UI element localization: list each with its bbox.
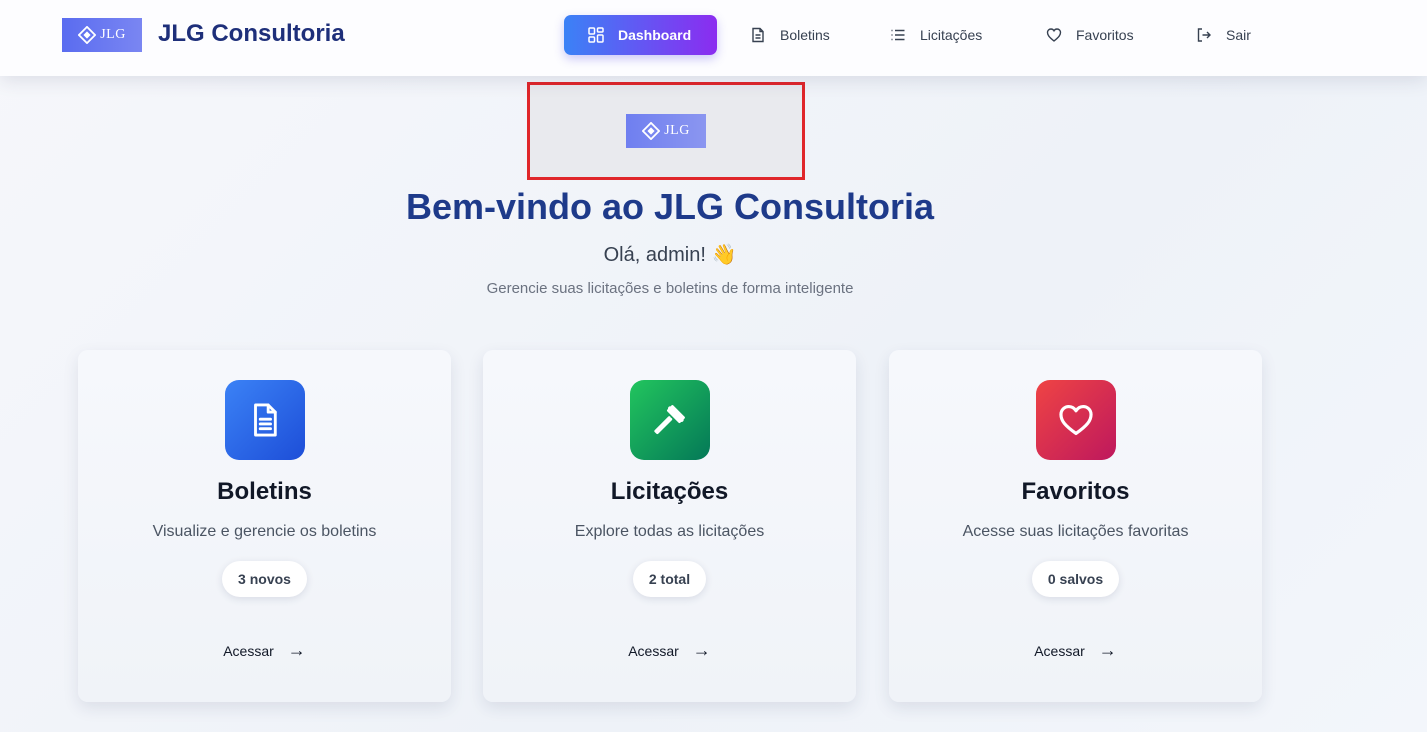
card-title: Licitações [610, 478, 729, 505]
status-badge: 3 novos [222, 561, 307, 597]
nav-boletins[interactable]: Boletins [750, 15, 830, 55]
card-description: Visualize e gerencie os boletins [152, 523, 377, 540]
top-navbar: JLG JLG Consultoria Dashboard Boletins L… [0, 0, 1427, 76]
status-badge: 2 total [632, 561, 707, 597]
card-icon-box [1036, 380, 1116, 460]
nav-sair-label: Sair [1226, 27, 1251, 43]
card-badge-row: 3 novos [78, 561, 451, 597]
document-icon [752, 27, 764, 43]
nav-boletins-label: Boletins [780, 27, 830, 43]
access-link[interactable]: Acessar → [483, 640, 856, 661]
arrow-right-icon: → [287, 640, 306, 660]
card-icon-box [630, 380, 710, 460]
access-link-label: Acessar [223, 642, 274, 659]
card-icon-box [225, 380, 305, 460]
logo-diamond-icon [642, 122, 661, 140]
list-icon [891, 29, 905, 41]
hero-logo-text: JLG [664, 123, 690, 138]
heart-icon [1059, 404, 1093, 436]
hero-logo-highlight: JLG [527, 82, 805, 180]
card-favoritos[interactable]: Favoritos Acesse suas licitações favorit… [889, 350, 1262, 702]
greeting: Olá, admin! 👋 [603, 244, 737, 266]
card-description: Explore todas as licitações [574, 523, 765, 540]
status-badge: 0 salvos [1031, 561, 1120, 597]
page-title: Bem-vindo ao JLG Consultoria [405, 186, 935, 227]
document-icon [254, 403, 277, 437]
logo-diamond-icon [78, 26, 97, 44]
nav-favoritos[interactable]: Favoritos [1046, 15, 1134, 55]
nav-dashboard[interactable]: Dashboard [564, 15, 717, 55]
card-badge-row: 0 salvos [889, 561, 1262, 597]
brand-logo[interactable]: JLG [62, 18, 142, 52]
logo-text: JLG [100, 27, 126, 42]
dashboard-grid-icon [588, 27, 604, 43]
card-badge-row: 2 total [483, 561, 856, 597]
access-link[interactable]: Acessar → [78, 640, 451, 661]
access-link[interactable]: Acessar → [889, 640, 1262, 661]
arrow-right-icon: → [1098, 640, 1117, 660]
nav-sair[interactable]: Sair [1196, 15, 1251, 55]
card-description: Acesse suas licitações favoritas [962, 523, 1189, 540]
nav-licitacoes[interactable]: Licitações [890, 15, 982, 55]
arrow-right-icon: → [692, 640, 711, 660]
card-title: Favoritos [1021, 478, 1130, 505]
brand-name[interactable]: JLG Consultoria [158, 20, 345, 48]
nav-favoritos-label: Favoritos [1076, 27, 1134, 43]
nav-dashboard-label: Dashboard [618, 27, 692, 43]
card-licitacoes[interactable]: Licitações Explore todas as licitações 2… [483, 350, 856, 702]
page-subtitle: Gerencie suas licitações e boletins de f… [486, 280, 854, 297]
gavel-icon [654, 405, 685, 435]
access-link-label: Acessar [1034, 642, 1085, 659]
nav-licitacoes-label: Licitações [920, 27, 983, 43]
card-boletins[interactable]: Boletins Visualize e gerencie os boletin… [78, 350, 451, 702]
logout-icon [1197, 28, 1211, 42]
hero-logo: JLG [626, 114, 706, 148]
access-link-label: Acessar [628, 642, 679, 659]
heart-icon [1046, 28, 1062, 42]
card-title: Boletins [217, 478, 312, 505]
